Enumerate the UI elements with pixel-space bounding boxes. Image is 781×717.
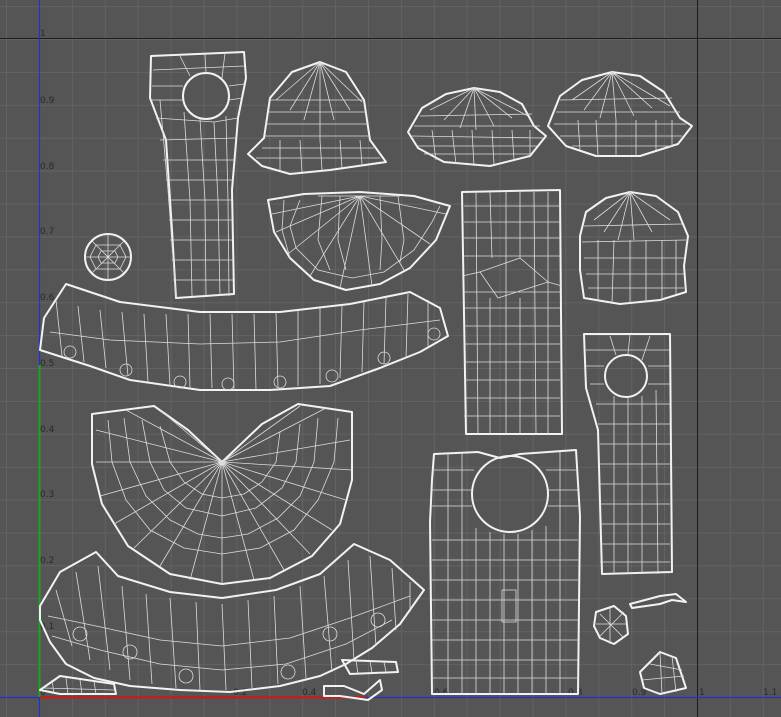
v-tick-0.4: 0.4 [40, 425, 55, 435]
uv-shell-hat-brim[interactable] [247, 61, 387, 175]
uv-grid-canvas[interactable]: 1 0.9 0.8 0.7 0.6 0.5 0.4 0.3 0.2 0.1 0 … [0, 0, 781, 717]
u-tick-0.9: 0.9 [632, 688, 647, 698]
v-tick-0.3: 0.3 [40, 490, 54, 500]
uv-shell-waistband[interactable] [39, 283, 449, 391]
v-tick-0.2: 0.2 [40, 556, 54, 566]
uv-shell-hood[interactable] [579, 191, 689, 305]
u-tick-1.1: 1.1 [763, 688, 777, 698]
v-tick-0.7: 0.7 [40, 227, 54, 237]
uv-shell-torso-strip[interactable] [461, 189, 563, 435]
uv-shell-crown-fan[interactable] [267, 191, 451, 291]
v-tick-0.8: 0.8 [40, 162, 55, 172]
uv-shell-small-bits[interactable] [39, 593, 687, 701]
uv-shell-bodice-front[interactable] [429, 449, 581, 695]
v-tick-1: 1 [40, 29, 46, 39]
v-tick-0.5: 0.5 [40, 359, 54, 369]
u-tick-0.4: 0.4 [302, 688, 317, 698]
uv-shell-sleeve-left[interactable] [149, 51, 247, 299]
uv-shell-hat-cap-right[interactable] [547, 71, 693, 157]
uv-shell-skirt-fan[interactable] [91, 403, 353, 585]
v-tick-0.6: 0.6 [40, 293, 55, 303]
u-tick-1: 1 [699, 688, 705, 698]
uv-shell-sleeve-right[interactable] [583, 333, 673, 575]
v-tick-0.9: 0.9 [40, 96, 55, 106]
uv-grid [0, 0, 781, 717]
uv-editor-viewport[interactable]: 1 0.9 0.8 0.7 0.6 0.5 0.4 0.3 0.2 0.1 0 … [0, 0, 781, 717]
uv-shell-button-disc[interactable] [84, 233, 132, 281]
uv-shell-hat-cap-center[interactable] [407, 87, 547, 167]
